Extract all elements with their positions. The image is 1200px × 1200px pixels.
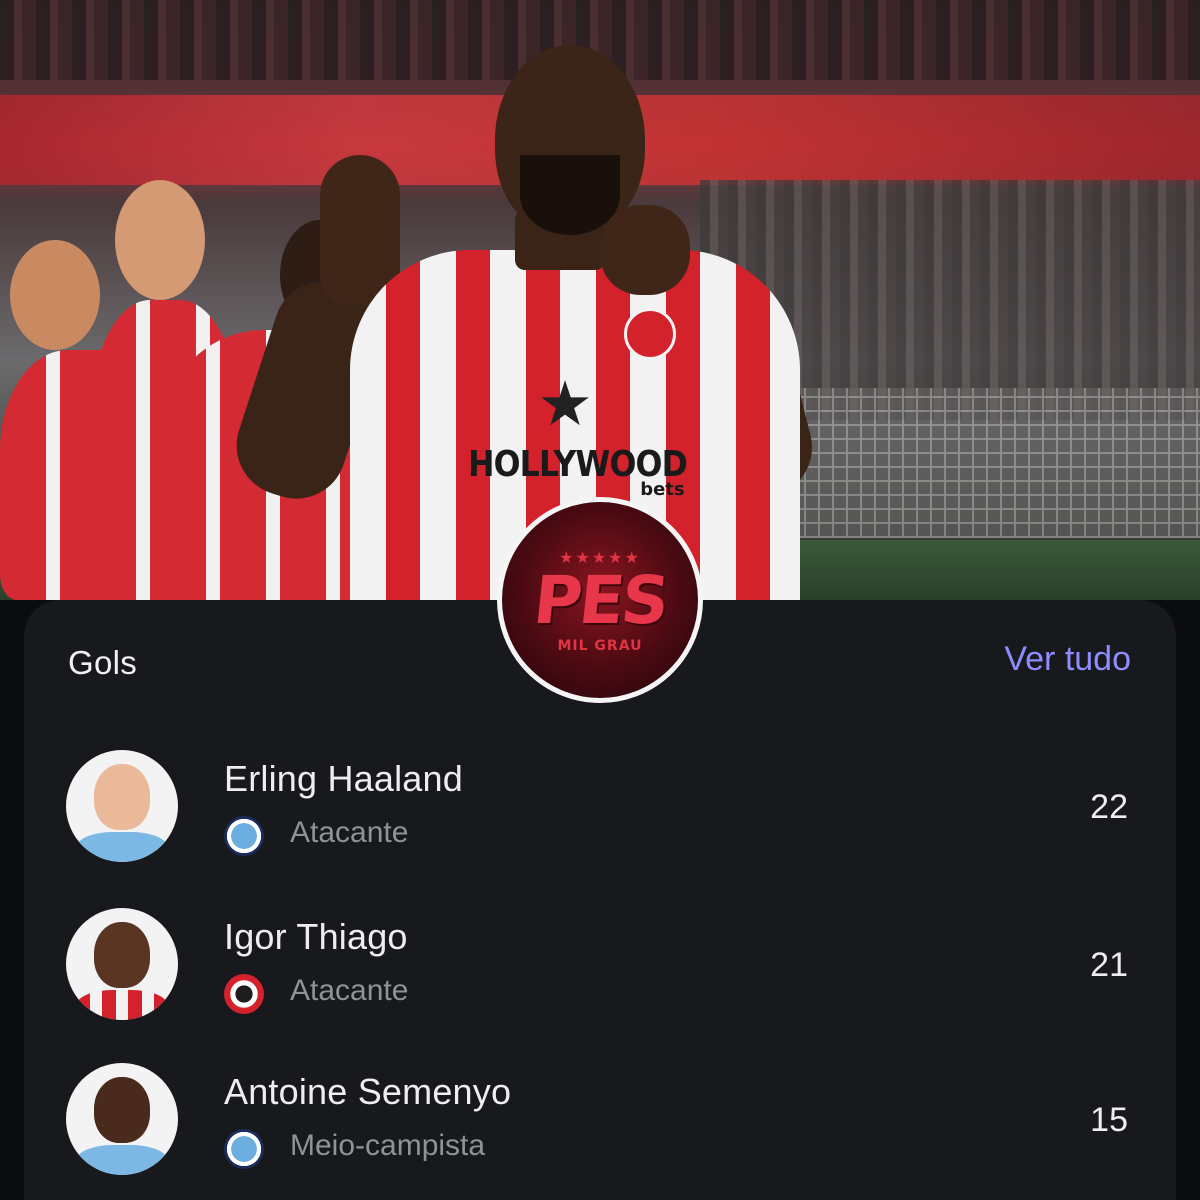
- card-title: Gols: [68, 644, 138, 681]
- player-head: [495, 45, 645, 235]
- player-avatar: [66, 1063, 178, 1175]
- manchester-city-badge-icon: [224, 1129, 264, 1169]
- pes-mil-grau-logo: ★★★★★ PES MIL GRAU: [497, 497, 703, 703]
- player-name: Erling Haaland: [224, 758, 463, 799]
- view-all-link[interactable]: Ver tudo: [1004, 640, 1131, 679]
- goal-count: 22: [1090, 788, 1128, 826]
- player-row[interactable]: Erling Haaland Atacante 22: [24, 750, 1176, 870]
- goal-count: 21: [1090, 946, 1128, 984]
- player-row[interactable]: Igor Thiago Atacante 21: [24, 908, 1176, 1028]
- shirt-star-icon: ★: [537, 370, 593, 439]
- goal-count: 15: [1090, 1101, 1128, 1139]
- player-name: Igor Thiago: [224, 916, 408, 957]
- player-name: Antoine Semenyo: [224, 1071, 512, 1112]
- brentford-badge-icon: [224, 974, 264, 1014]
- shirt-sponsor: HOLLYWOOD bets: [468, 444, 717, 500]
- player-position: Atacante: [290, 816, 409, 849]
- goal-net: [790, 388, 1200, 538]
- sponsor-line-1: HOLLYWOOD: [468, 444, 688, 485]
- player-avatar: [66, 908, 178, 1020]
- player-position: Atacante: [290, 974, 409, 1007]
- brentford-crest-icon: [624, 308, 676, 360]
- player-avatar: [66, 750, 178, 862]
- logo-subtitle: MIL GRAU: [557, 638, 643, 654]
- player-position: Meio-campista: [290, 1129, 486, 1162]
- player-row[interactable]: Antoine Semenyo Meio-campista 15: [24, 1063, 1176, 1183]
- player-fist-hand: [600, 205, 690, 295]
- manchester-city-badge-icon: [224, 816, 264, 856]
- logo-title: PES: [529, 562, 671, 639]
